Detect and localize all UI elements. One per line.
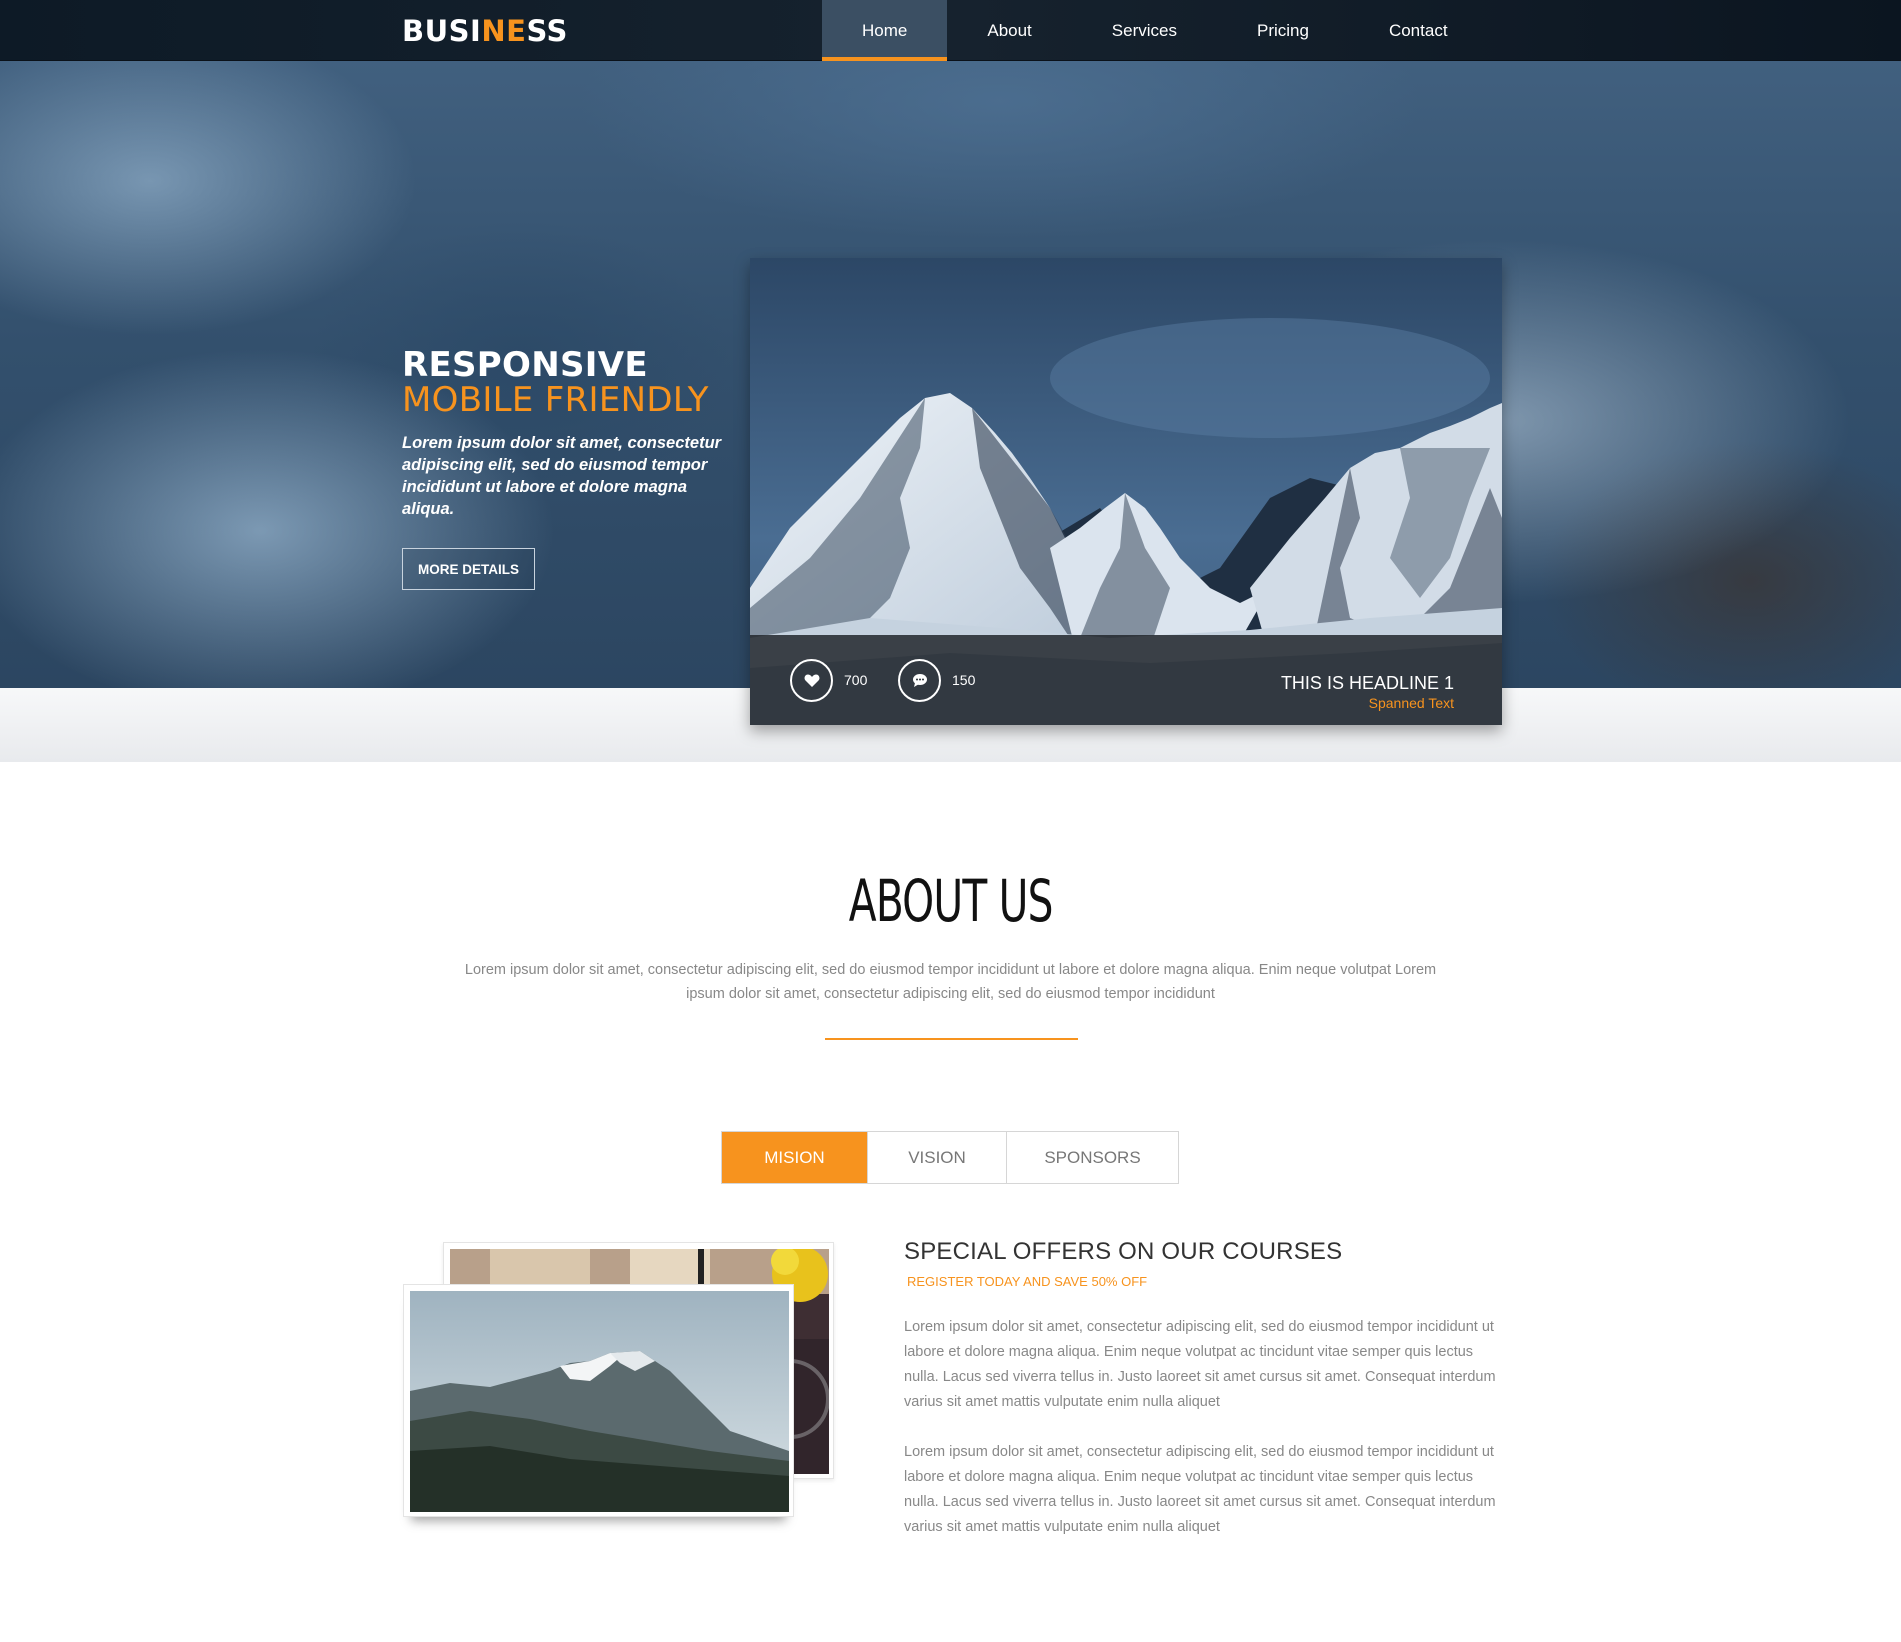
nav-item-about[interactable]: About [947, 0, 1071, 61]
about-divider [825, 1038, 1078, 1040]
about-tabs: MISION VISION SPONSORS [721, 1131, 1179, 1184]
like-button[interactable] [790, 659, 833, 702]
tab-sponsors[interactable]: SPONSORS [1006, 1132, 1178, 1183]
hero-title-line2: MOBILE FRIENDLY [402, 380, 709, 420]
logo-text-end: SS [526, 14, 568, 48]
about-description: Lorem ipsum dolor sit amet, consectetur … [464, 962, 1437, 1002]
brand-logo[interactable]: BUSINESS [402, 14, 568, 48]
top-navbar: BUSINESS Home About Services Pricing Con… [0, 0, 1901, 61]
hero-title-line1: RESPONSIVE [402, 345, 648, 385]
offer-title: SPECIAL OFFERS ON OUR COURSES [904, 1238, 1343, 1265]
like-count: 700 [844, 672, 868, 688]
nav-item-pricing[interactable]: Pricing [1217, 0, 1349, 61]
logo-text-accent: NE [481, 14, 527, 48]
nav-item-contact[interactable]: Contact [1349, 0, 1488, 61]
hero-image-card: 700 150 THIS IS HEADLINE 1 Spanned Text [750, 258, 1502, 725]
logo-text-start: BUSI [402, 14, 482, 48]
card-headline: THIS IS HEADLINE 1 [1280, 673, 1454, 693]
offer-paragraph-2: Lorem ipsum dolor sit amet, consectetur … [904, 1444, 1496, 1535]
tab-vision[interactable]: VISION [867, 1132, 1006, 1183]
offer-paragraph-1: Lorem ipsum dolor sit amet, consectetur … [904, 1319, 1496, 1410]
hero-description: Lorem ipsum dolor sit amet, consectetur … [402, 434, 722, 518]
speech-bubble-icon [912, 674, 927, 687]
comment-button[interactable] [898, 659, 941, 702]
nav-item-home[interactable]: Home [822, 0, 948, 61]
heart-icon [804, 674, 819, 687]
about-heading-text: ABOUT US [848, 867, 1054, 935]
offer-subtitle: REGISTER TODAY AND SAVE 50% OFF [907, 1274, 1148, 1289]
nav-item-services[interactable]: Services [1072, 0, 1217, 61]
comment-count: 150 [952, 672, 976, 688]
mountain-landscape-photo [410, 1291, 789, 1512]
more-details-button[interactable]: MORE DETAILS [402, 548, 535, 590]
card-info-bar: 700 150 THIS IS HEADLINE 1 Spanned Text [750, 635, 1502, 725]
card-subtext: Spanned Text [1368, 695, 1454, 711]
about-heading: ABOUT US [0, 867, 1901, 935]
main-menu: Home About Services Pricing Contact [822, 0, 1488, 61]
front-photo-frame [403, 1284, 794, 1517]
tab-mision[interactable]: MISION [722, 1132, 867, 1183]
